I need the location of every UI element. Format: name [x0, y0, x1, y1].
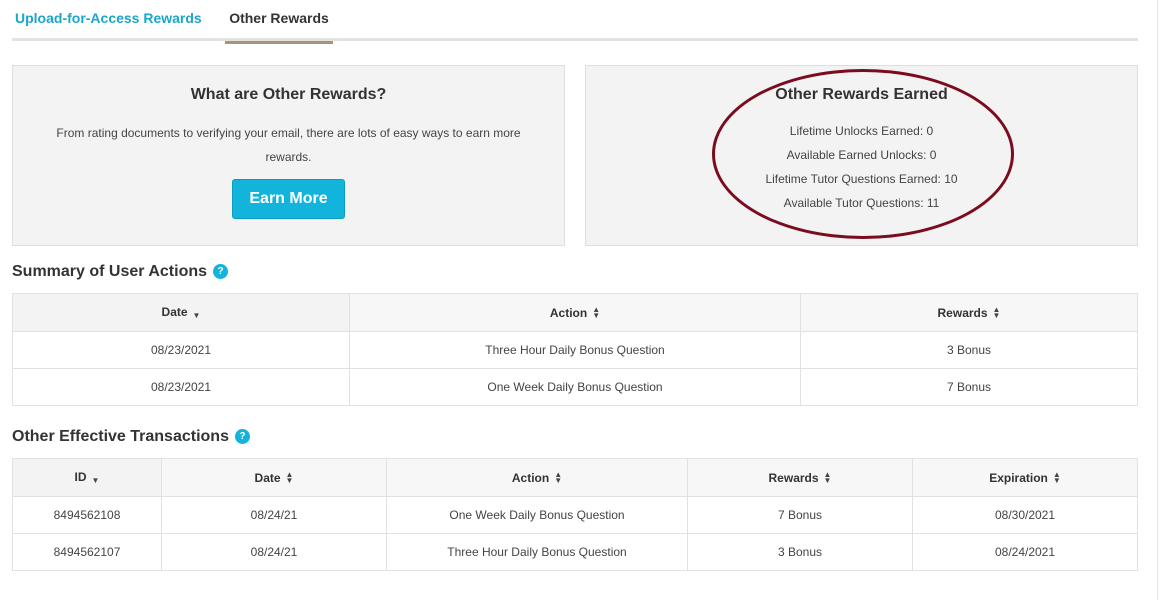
- info-card-title: What are Other Rewards?: [190, 86, 387, 103]
- column-label: ID: [74, 470, 87, 484]
- column-label: Action: [511, 470, 550, 485]
- other-rewards-earned-card: Other Rewards Earned Lifetime Unlocks Ea…: [585, 65, 1138, 246]
- cell-date: 08/23/2021: [12, 331, 350, 369]
- cell-expiration: 08/30/2021: [912, 496, 1138, 534]
- column-header-date[interactable]: Date ▼: [12, 293, 350, 332]
- table-header-row: Date ▼ Action ▲ ▼ Rewards ▲ ▼: [12, 293, 1138, 332]
- cell-action: Three Hour Daily Bonus Question: [349, 331, 801, 369]
- sort-icon: ▲ ▼: [592, 305, 601, 321]
- sort-icon: ▲ ▼: [554, 470, 563, 486]
- summary-table: Date ▼ Action ▲ ▼ Rewards ▲ ▼ 08/23/2021 Thre…: [12, 293, 1138, 406]
- cell-rewards: 7 Bonus: [687, 496, 913, 534]
- other-rewards-info-card: What are Other Rewards? From rating docu…: [12, 65, 565, 246]
- cell-action: One Week Daily Bonus Question: [386, 496, 688, 534]
- rewards-tabs: Upload-for-Access Rewards Other Rewards: [12, 0, 1138, 44]
- transactions-table: ID ▼ Date ▲ ▼ Action ▲ ▼ Rewards ▲ ▼ Expiration…: [12, 458, 1138, 571]
- column-label: Date: [161, 305, 188, 319]
- table-row: 8494562108 08/24/21 One Week Daily Bonus…: [12, 496, 1138, 534]
- cell-expiration: 08/24/2021: [912, 533, 1138, 571]
- tab-other-rewards[interactable]: Other Rewards: [225, 0, 333, 44]
- sort-icon: ▲ ▼: [1052, 470, 1061, 486]
- column-header-id[interactable]: ID ▼: [12, 458, 162, 497]
- column-header-action[interactable]: Action ▲ ▼: [386, 458, 688, 497]
- earned-card-title: Other Rewards Earned: [775, 86, 948, 103]
- cell-action: Three Hour Daily Bonus Question: [386, 533, 688, 571]
- column-header-action[interactable]: Action ▲ ▼: [349, 293, 801, 332]
- transactions-section-title: Other Effective Transactions?: [12, 428, 250, 446]
- summary-section-title: Summary of User Actions?: [12, 263, 229, 281]
- table-header-row: ID ▼ Date ▲ ▼ Action ▲ ▼ Rewards ▲ ▼ Expiration…: [12, 458, 1138, 497]
- cell-id: 8494562108: [12, 496, 162, 534]
- cell-rewards: 3 Bonus: [687, 533, 913, 571]
- column-label: Expiration: [989, 470, 1048, 485]
- column-label: Rewards: [768, 470, 819, 485]
- cell-date: 08/23/2021: [12, 368, 350, 406]
- sort-icon: ▲ ▼: [823, 470, 832, 486]
- lifetime-unlocks-earned: Lifetime Unlocks Earned: 0: [789, 124, 934, 138]
- cell-rewards: 7 Bonus: [800, 368, 1138, 406]
- transactions-title-text: Other Effective Transactions: [12, 428, 229, 445]
- sort-descending-icon: ▼: [91, 476, 100, 485]
- available-earned-unlocks: Available Earned Unlocks: 0: [786, 148, 937, 162]
- column-header-date[interactable]: Date ▲ ▼: [161, 458, 387, 497]
- column-header-expiration[interactable]: Expiration ▲ ▼: [912, 458, 1138, 497]
- column-label: Date: [254, 470, 281, 485]
- earn-more-button[interactable]: Earn More: [232, 179, 345, 219]
- cell-rewards: 3 Bonus: [800, 331, 1138, 369]
- table-row: 08/23/2021 Three Hour Daily Bonus Questi…: [12, 331, 1138, 369]
- column-label: Action: [549, 305, 588, 320]
- cell-date: 08/24/21: [161, 533, 387, 571]
- tab-upload-for-access-rewards[interactable]: Upload-for-Access Rewards: [15, 0, 202, 41]
- table-row: 8494562107 08/24/21 Three Hour Daily Bon…: [12, 533, 1138, 571]
- sort-icon: ▲ ▼: [992, 305, 1001, 321]
- lifetime-tutor-questions-earned: Lifetime Tutor Questions Earned: 10: [765, 172, 958, 186]
- table-row: 08/23/2021 One Week Daily Bonus Question…: [12, 368, 1138, 406]
- column-header-rewards[interactable]: Rewards ▲ ▼: [687, 458, 913, 497]
- question-circle-icon[interactable]: ?: [213, 264, 229, 279]
- sort-descending-icon: ▼: [192, 311, 201, 320]
- info-card-description: From rating documents to verifying your …: [56, 126, 521, 164]
- column-label: Rewards: [937, 305, 988, 320]
- available-tutor-questions: Available Tutor Questions: 11: [783, 196, 940, 210]
- cell-id: 8494562107: [12, 533, 162, 571]
- column-header-rewards[interactable]: Rewards ▲ ▼: [800, 293, 1138, 332]
- question-circle-icon[interactable]: ?: [234, 429, 250, 444]
- summary-title-text: Summary of User Actions: [12, 263, 208, 280]
- cell-date: 08/24/21: [161, 496, 387, 534]
- page-edge-divider: [1157, 0, 1158, 600]
- sort-icon: ▲ ▼: [285, 470, 294, 486]
- cell-action: One Week Daily Bonus Question: [349, 368, 801, 406]
